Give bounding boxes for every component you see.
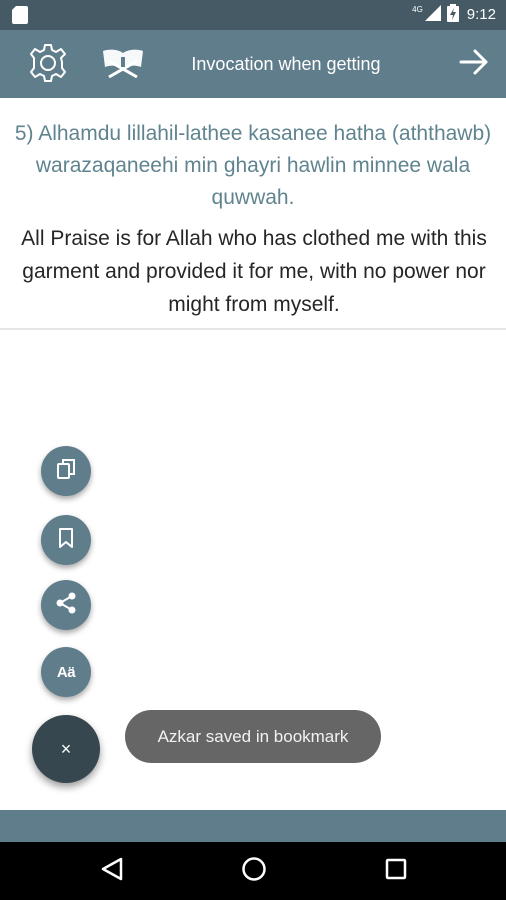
status-time: 9:12 (466, 6, 496, 23)
app-bar: Invocation when getting (0, 30, 506, 98)
network-type-label: 4G (412, 5, 423, 14)
gear-icon (27, 42, 69, 89)
home-circle-icon (241, 856, 267, 887)
next-button[interactable] (454, 44, 494, 84)
recents-button[interactable] (378, 853, 414, 889)
battery-charging-icon (446, 3, 459, 27)
back-button[interactable] (94, 853, 130, 889)
close-fab-button[interactable]: × (32, 715, 100, 783)
recents-square-icon (385, 858, 407, 885)
font-size-icon: Aä (56, 663, 76, 681)
page-title: Invocation when getting (191, 54, 381, 74)
home-button[interactable] (236, 853, 272, 889)
azkar-content: 5) Alhamdu lillahil-lathee kasanee hatha… (0, 98, 506, 330)
back-triangle-icon (101, 857, 123, 886)
quran-book-icon (101, 47, 145, 84)
font-size-button[interactable]: Aä (41, 647, 91, 697)
copy-button[interactable] (41, 446, 91, 496)
transliteration-text: 5) Alhamdu lillahil-lathee kasanee hatha… (14, 122, 492, 209)
status-bar: 4G 9:12 (0, 0, 506, 30)
system-nav-bar (0, 842, 506, 900)
translation-text: All Praise is for Allah who has clothed … (21, 227, 487, 316)
quran-button[interactable] (100, 45, 146, 85)
bookmark-button[interactable] (41, 515, 91, 565)
bookmark-icon (58, 527, 74, 553)
settings-button[interactable] (26, 43, 70, 87)
share-button[interactable] (41, 580, 91, 630)
toast-message: Azkar saved in bookmark (125, 710, 381, 763)
bottom-bar (0, 810, 506, 842)
signal-icon (424, 4, 441, 26)
close-icon: × (60, 738, 72, 759)
arrow-right-icon (459, 48, 489, 81)
status-icons: 4G 9:12 (412, 3, 496, 27)
sd-card-icon (12, 6, 28, 24)
copy-icon (56, 458, 76, 485)
share-icon (55, 592, 77, 619)
